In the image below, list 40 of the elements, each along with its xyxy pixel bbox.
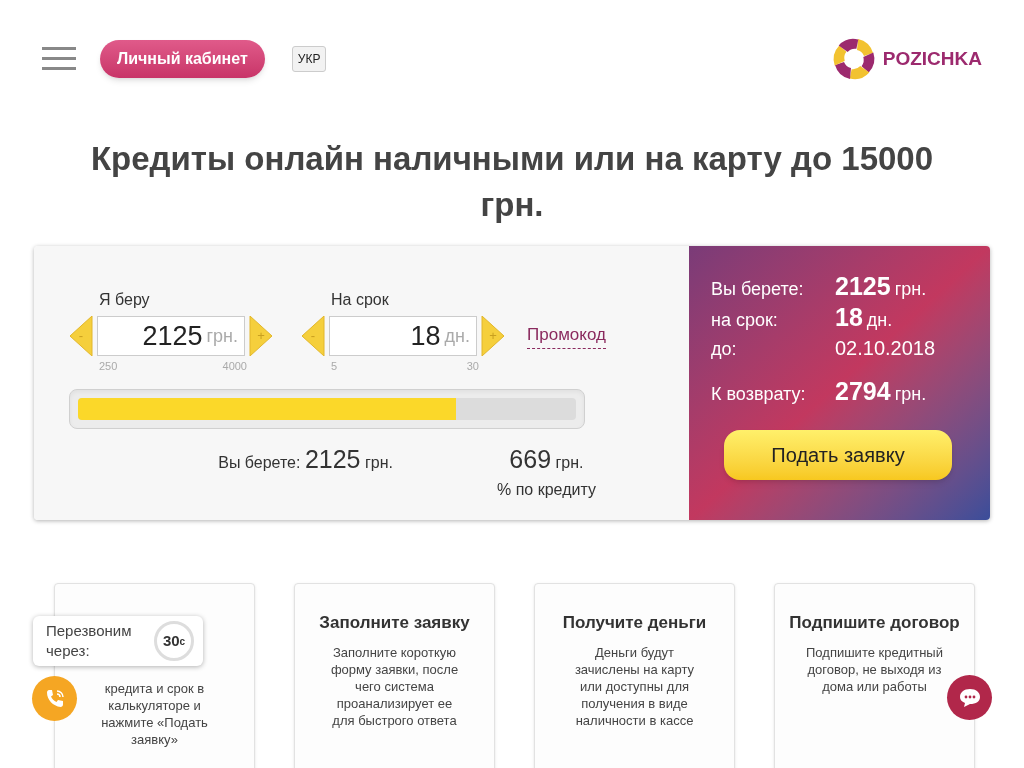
step-title: Получите деньги bbox=[561, 612, 708, 634]
summary-unit: грн. bbox=[894, 278, 927, 301]
min-value: 5 bbox=[331, 359, 338, 374]
max-value: 30 bbox=[466, 359, 479, 374]
summary-label: до: bbox=[711, 338, 738, 361]
summary-label: Вы берете: bbox=[711, 278, 805, 301]
step-description: Подпишите кредитный договор, не выходя из дома или работы bbox=[805, 643, 944, 695]
summary-unit: дн. bbox=[866, 309, 893, 332]
amount-field[interactable]: 2125 грн. bbox=[97, 316, 245, 356]
headline: Кредиты онлайн наличными или на карту до 15000 грн. bbox=[89, 139, 935, 225]
countdown-timer: 30с bbox=[154, 621, 194, 661]
amount-slider-track[interactable] bbox=[78, 397, 576, 420]
summary-value: 02.10.2018 bbox=[835, 336, 936, 361]
term-field[interactable]: 18 дн. bbox=[329, 316, 477, 356]
step-description: кредита и срок в калькуляторе и нажмите «Подать заявку» bbox=[100, 680, 209, 748]
summary-value: 2125 bbox=[835, 272, 891, 300]
step-description: Деньги будут зачислены на карту или доступны для получения в виде наличности в кассе bbox=[573, 643, 696, 729]
language-button[interactable]: УКР bbox=[291, 46, 327, 72]
interest-amount: 669 грн. bbox=[509, 443, 584, 475]
account-button[interactable]: Личный кабинет bbox=[100, 40, 265, 78]
step-description: Заполните короткую форму заявки, после чего система проанализирует ее для быстрого ответа bbox=[329, 643, 460, 729]
step-title: Подпишите договор bbox=[789, 612, 960, 634]
field-label: На срок bbox=[331, 290, 390, 310]
summary-value: 18 bbox=[835, 303, 863, 331]
you-take-text: Вы берете: 2125 грн. bbox=[217, 443, 393, 475]
summary-label: К возврату: bbox=[711, 383, 807, 406]
chat-icon bbox=[957, 686, 982, 709]
step-title: Заполните заявку bbox=[318, 612, 471, 634]
interest-label: % по кредиту bbox=[497, 480, 596, 500]
field-label: Я беру bbox=[99, 290, 151, 310]
logo-text: POZICHKA bbox=[882, 46, 982, 71]
min-value: 250 bbox=[99, 359, 118, 374]
max-value: 4000 bbox=[222, 359, 247, 374]
submit-application-button[interactable]: Подать заявку bbox=[724, 430, 952, 480]
summary-unit: грн. bbox=[894, 383, 927, 406]
promo-code-link[interactable]: Промокод bbox=[527, 322, 606, 349]
summary-label: на срок: bbox=[711, 309, 779, 332]
menu-icon[interactable] bbox=[42, 47, 76, 71]
callback-text: Перезвоним через: bbox=[46, 621, 133, 661]
summary-value: 2794 bbox=[835, 377, 891, 405]
